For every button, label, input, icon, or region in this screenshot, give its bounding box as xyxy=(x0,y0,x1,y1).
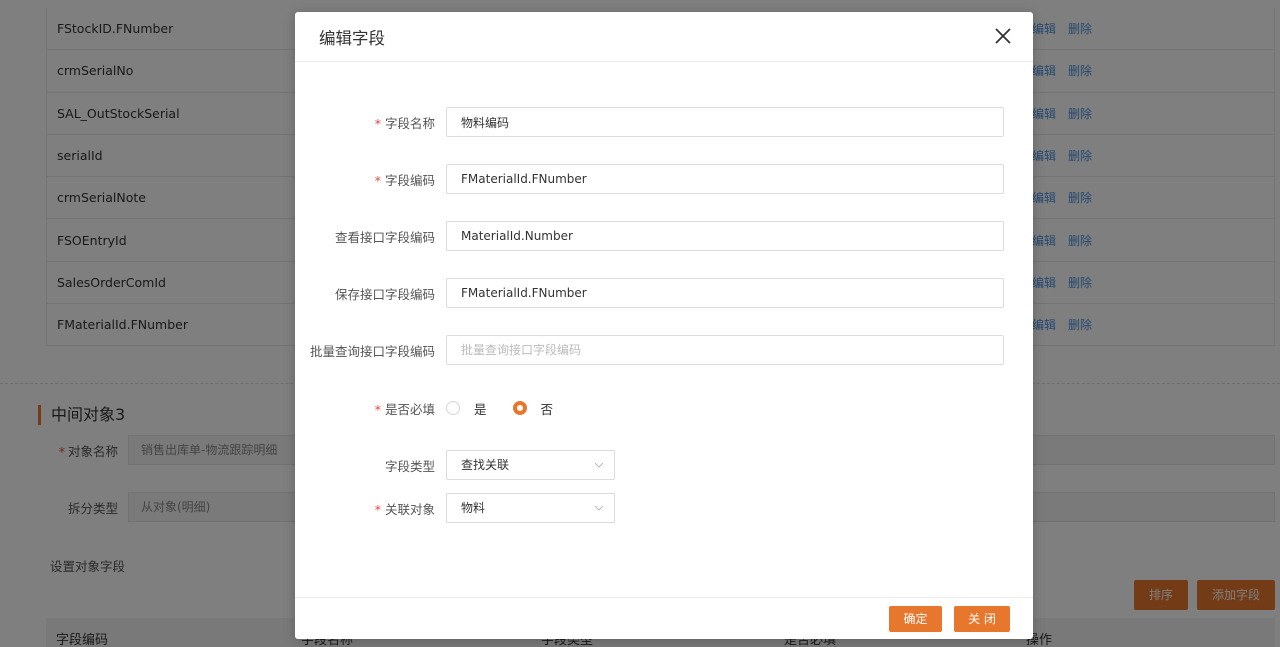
field-code-label: * 字段编码 xyxy=(374,172,435,188)
radio-checked-icon xyxy=(512,401,527,415)
related-object-row: * 关联对象 物料 xyxy=(295,493,1033,523)
field-type-value: 查找关联 xyxy=(461,458,510,472)
save-api-code-label: 保存接口字段编码 xyxy=(334,286,435,302)
field-name-input[interactable] xyxy=(446,107,1004,137)
close-icon[interactable] xyxy=(991,24,1015,48)
view-api-code-row: 查看接口字段编码 xyxy=(295,221,1033,251)
field-type-row: 字段类型 查找关联 xyxy=(295,450,1033,480)
dialog-footer: 确定 关 闭 xyxy=(295,597,1033,639)
related-object-label: * 关联对象 xyxy=(374,501,435,517)
confirm-button[interactable]: 确定 xyxy=(889,606,942,632)
dialog-title: 编辑字段 xyxy=(319,29,385,48)
field-name-row: * 字段名称 xyxy=(295,107,1033,137)
close-button[interactable]: 关 闭 xyxy=(954,606,1010,632)
required-radio-group: 是 否 xyxy=(446,399,579,418)
field-type-label: 字段类型 xyxy=(384,458,435,474)
chevron-down-icon xyxy=(594,462,604,468)
batch-query-code-label: 批量查询接口字段编码 xyxy=(309,343,435,359)
field-code-row: * 字段编码 xyxy=(295,164,1033,194)
dialog-header: 编辑字段 xyxy=(295,12,1033,62)
required-label: * 是否必填 xyxy=(374,401,435,417)
related-object-value: 物料 xyxy=(461,501,486,515)
radio-unchecked-icon xyxy=(446,401,460,415)
view-api-code-label: 查看接口字段编码 xyxy=(334,229,435,245)
required-row: * 是否必填 是 否 xyxy=(295,393,1033,423)
edit-field-dialog: 编辑字段 *字段名称 *字段编码 查看接口字段编码 保存接口字段编码 批量查询接… xyxy=(295,12,1033,639)
field-type-select[interactable]: 查找关联 xyxy=(446,450,615,480)
view-api-code-input[interactable] xyxy=(446,221,1004,251)
radio-yes[interactable]: 是 xyxy=(446,399,487,418)
save-api-code-input[interactable] xyxy=(446,278,1004,308)
radio-no[interactable]: 否 xyxy=(512,399,554,418)
field-name-label: * 字段名称 xyxy=(374,115,435,131)
chevron-down-icon xyxy=(594,505,604,511)
related-object-select[interactable]: 物料 xyxy=(446,493,615,523)
batch-query-code-input[interactable] xyxy=(446,335,1004,365)
field-code-input[interactable] xyxy=(446,164,1004,194)
save-api-code-row: 保存接口字段编码 xyxy=(295,278,1033,308)
radio-yes-label: 是 xyxy=(474,401,487,417)
radio-no-label: 否 xyxy=(540,401,554,417)
batch-query-code-row: 批量查询接口字段编码 xyxy=(295,335,1033,365)
